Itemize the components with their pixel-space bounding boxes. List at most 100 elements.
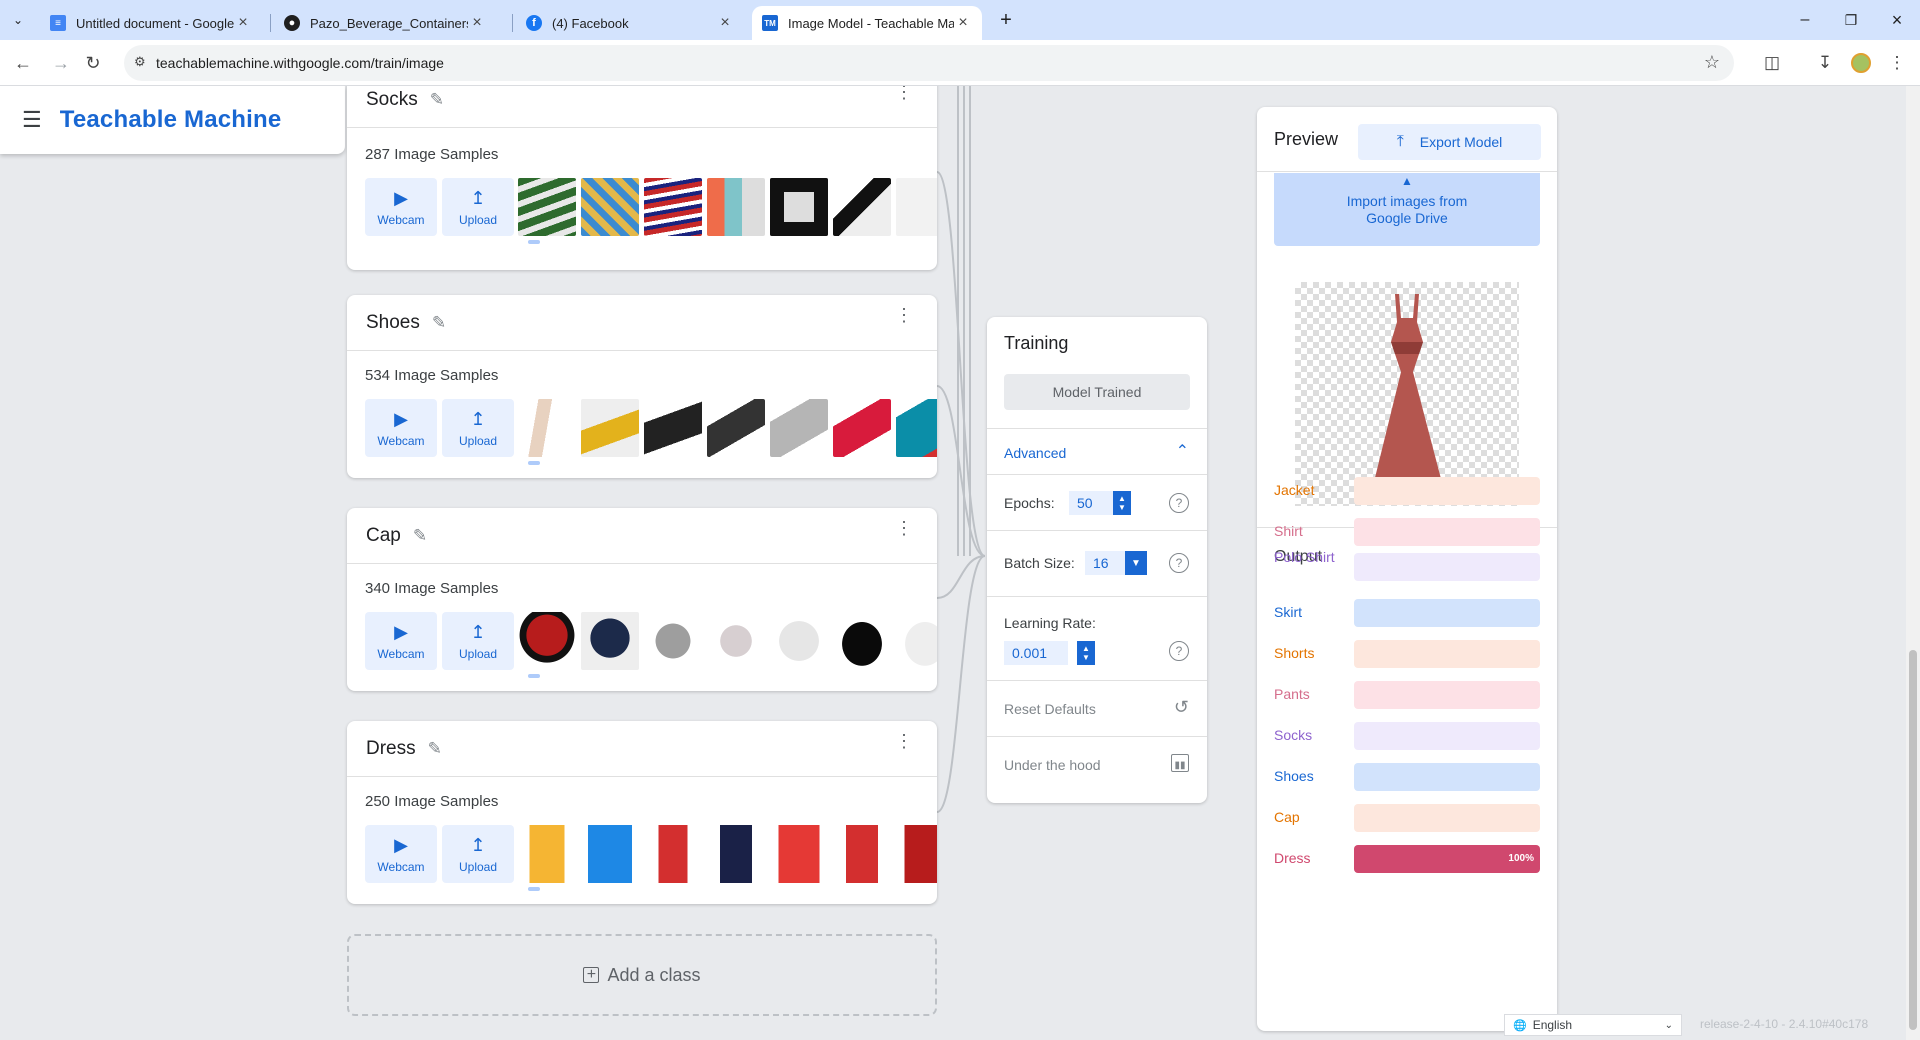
thumbnail-scrollbar[interactable] (528, 887, 540, 891)
sample-thumbnails[interactable] (518, 178, 937, 236)
upload-button[interactable]: ↥ Upload (442, 612, 514, 670)
add-class-button[interactable]: + Add a class (347, 934, 937, 1016)
sample-thumbnail[interactable] (770, 612, 828, 670)
close-tab-icon[interactable]: × (716, 14, 734, 32)
more-options-icon[interactable]: ⋮ (895, 86, 913, 101)
learning-rate-stepper[interactable]: ▲ ▼ (1077, 641, 1095, 665)
site-info-icon[interactable]: ⚙ (134, 54, 146, 70)
webcam-button[interactable]: ▶ Webcam (365, 178, 437, 236)
sample-thumbnail[interactable] (518, 612, 576, 670)
close-tab-icon[interactable]: × (234, 14, 252, 32)
sample-thumbnail[interactable] (518, 825, 576, 883)
help-icon[interactable]: ? (1169, 493, 1189, 513)
forward-icon[interactable]: → (46, 48, 76, 78)
learning-rate-input[interactable]: 0.001 (1004, 641, 1068, 665)
thumbnail-scrollbar[interactable] (528, 461, 540, 465)
sample-thumbnail[interactable] (644, 399, 702, 457)
sample-thumbnails[interactable] (518, 825, 937, 883)
browser-menu-icon[interactable]: ⋮ (1884, 50, 1910, 76)
advanced-toggle[interactable]: Advanced ⌃ (987, 428, 1207, 474)
dropdown-arrow-icon[interactable]: ▼ (1125, 551, 1147, 575)
edit-pencil-icon[interactable]: ✎ (413, 526, 427, 546)
sample-thumbnail[interactable] (644, 178, 702, 236)
upload-button[interactable]: ↥ Upload (442, 825, 514, 883)
new-tab-icon[interactable]: + (983, 0, 1029, 40)
tab-google-docs[interactable]: ≡ Untitled document - Google Do × (40, 6, 262, 40)
help-icon[interactable]: ? (1169, 553, 1189, 573)
close-window-icon[interactable]: × (1874, 0, 1920, 40)
webcam-button[interactable]: ▶ Webcam (365, 399, 437, 457)
sample-thumbnail[interactable] (833, 825, 891, 883)
tab-search-chevron-icon[interactable]: ⌄ (0, 0, 36, 40)
sample-thumbnail[interactable] (833, 178, 891, 236)
reset-defaults-button[interactable]: Reset Defaults ↺ (987, 680, 1207, 736)
upload-button[interactable]: ↥ Upload (442, 178, 514, 236)
sample-thumbnail[interactable] (707, 178, 765, 236)
close-tab-icon[interactable]: × (468, 14, 486, 32)
class-name[interactable]: Socks (366, 89, 418, 111)
app-title[interactable]: Teachable Machine (60, 106, 282, 134)
batch-size-select[interactable]: 16 (1085, 551, 1129, 575)
more-options-icon[interactable]: ⋮ (895, 306, 913, 324)
edit-pencil-icon[interactable]: ✎ (428, 739, 442, 759)
sample-thumbnail[interactable] (581, 399, 639, 457)
webcam-button[interactable]: ▶ Webcam (365, 825, 437, 883)
download-icon[interactable]: ↧ (1812, 50, 1838, 76)
sample-thumbnail[interactable] (644, 612, 702, 670)
webcam-button[interactable]: ▶ Webcam (365, 612, 437, 670)
sample-thumbnail[interactable] (770, 178, 828, 236)
extensions-icon[interactable]: ◫ (1759, 50, 1785, 76)
close-tab-icon[interactable]: × (954, 14, 972, 32)
help-icon[interactable]: ? (1169, 641, 1189, 661)
sample-thumbnail[interactable] (896, 399, 937, 457)
tab-facebook[interactable]: f (4) Facebook × (516, 6, 744, 40)
sample-thumbnails[interactable] (518, 612, 937, 670)
edit-pencil-icon[interactable]: ✎ (432, 313, 446, 333)
sample-thumbnail[interactable] (770, 825, 828, 883)
minimize-icon[interactable]: – (1782, 0, 1828, 40)
bookmark-star-icon[interactable]: ☆ (1704, 52, 1720, 73)
restore-icon[interactable]: ❐ (1828, 0, 1874, 40)
sample-thumbnail[interactable] (707, 399, 765, 457)
sample-thumbnail[interactable] (833, 612, 891, 670)
address-bar[interactable]: ⚙ teachablemachine.withgoogle.com/train/… (124, 45, 1734, 81)
sample-thumbnail[interactable] (518, 399, 576, 457)
edit-pencil-icon[interactable]: ✎ (430, 90, 444, 110)
epochs-input[interactable]: 50 (1069, 491, 1117, 515)
class-name[interactable]: Cap (366, 525, 401, 547)
reload-icon[interactable]: ↻ (78, 48, 108, 78)
class-name[interactable]: Shoes (366, 312, 420, 334)
export-model-button[interactable]: ⤒ Export Model (1358, 124, 1541, 160)
profile-avatar[interactable] (1848, 50, 1874, 76)
more-options-icon[interactable]: ⋮ (895, 732, 913, 750)
sample-thumbnail[interactable] (896, 612, 937, 670)
sample-thumbnail[interactable] (833, 399, 891, 457)
sample-thumbnail[interactable] (707, 825, 765, 883)
tab-teachable-machine[interactable]: TM Image Model - Teachable Mach × (752, 6, 982, 40)
under-the-hood-button[interactable]: Under the hood ▮▮ (987, 736, 1207, 792)
more-options-icon[interactable]: ⋮ (895, 519, 913, 537)
class-name[interactable]: Dress (366, 738, 416, 760)
import-google-drive-button[interactable]: ▲ Import images from Google Drive (1274, 173, 1540, 246)
sample-thumbnail[interactable] (644, 825, 702, 883)
tab-github[interactable]: ● Pazo_Beverage_Containers_Clas × (274, 6, 496, 40)
sample-thumbnail[interactable] (896, 825, 937, 883)
sample-thumbnail[interactable] (770, 399, 828, 457)
sample-thumbnail[interactable] (707, 612, 765, 670)
sample-thumbnail[interactable] (518, 178, 576, 236)
sample-thumbnails[interactable] (518, 399, 937, 457)
page-scrollbar-thumb[interactable] (1909, 650, 1917, 1030)
thumbnail-scrollbar[interactable] (528, 240, 540, 244)
sample-thumbnail[interactable] (581, 612, 639, 670)
thumbnail-scrollbar[interactable] (528, 674, 540, 678)
language-select[interactable]: 🌐 English ⌄ (1504, 1014, 1682, 1036)
back-icon[interactable]: ← (8, 48, 38, 78)
upload-button[interactable]: ↥ Upload (442, 399, 514, 457)
epochs-stepper[interactable]: ▲ ▼ (1113, 491, 1131, 515)
class-card-header: Socks ✎ ⋮ (347, 86, 937, 128)
sample-thumbnail[interactable] (581, 178, 639, 236)
sample-thumbnail[interactable] (581, 825, 639, 883)
hamburger-menu-icon[interactable]: ☰ (22, 107, 42, 133)
train-model-button[interactable]: Model Trained (1004, 374, 1190, 410)
sample-thumbnail[interactable] (896, 178, 937, 236)
